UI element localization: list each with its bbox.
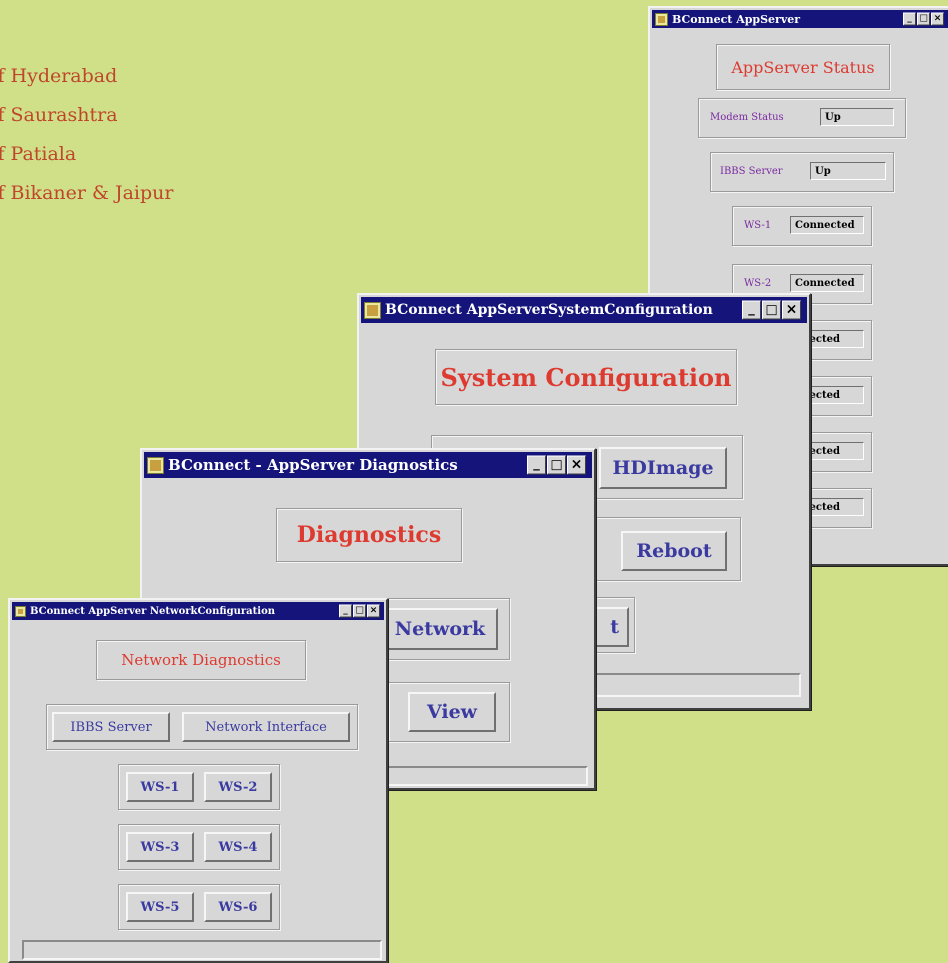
app-icon bbox=[15, 605, 26, 617]
network-button[interactable]: Network bbox=[382, 608, 498, 650]
window-titlebar[interactable]: BConnect AppServerSystemConfiguration _ … bbox=[361, 297, 807, 323]
window-titlebar[interactable]: BConnect - AppServer Diagnostics _ □ × bbox=[144, 452, 592, 478]
ws-label: WS-1 bbox=[744, 220, 772, 231]
appserver-heading: AppServer Status bbox=[716, 44, 890, 90]
window-title: BConnect AppServer NetworkConfiguration bbox=[30, 605, 276, 617]
window-title: BConnect AppServerSystemConfiguration bbox=[385, 302, 713, 318]
maximize-icon[interactable]: □ bbox=[353, 604, 366, 618]
network-configuration-window: BConnect AppServer NetworkConfiguration … bbox=[8, 598, 388, 963]
close-icon[interactable]: × bbox=[367, 604, 380, 618]
window-title: BConnect AppServer bbox=[672, 12, 801, 26]
bank-item: of Bikaner & Jaipur bbox=[0, 182, 174, 204]
window-title: BConnect - AppServer Diagnostics bbox=[168, 456, 458, 474]
system-configuration-heading: System Configuration bbox=[435, 349, 737, 405]
ws-3-button[interactable]: WS-3 bbox=[126, 832, 194, 862]
ws-1-button[interactable]: WS-1 bbox=[126, 772, 194, 802]
maximize-icon[interactable]: □ bbox=[917, 12, 930, 26]
app-icon bbox=[364, 301, 381, 319]
bank-item: of Hyderabad bbox=[0, 65, 118, 87]
status-bar bbox=[22, 940, 382, 960]
close-icon[interactable]: × bbox=[567, 455, 586, 475]
close-icon[interactable]: × bbox=[782, 300, 801, 320]
maximize-icon[interactable]: □ bbox=[762, 300, 781, 320]
ws-label: WS-2 bbox=[744, 278, 772, 289]
ws-5-button[interactable]: WS-5 bbox=[126, 892, 194, 922]
ws-2-button[interactable]: WS-2 bbox=[204, 772, 272, 802]
minimize-icon[interactable]: _ bbox=[903, 12, 916, 26]
ws-status-value: Connected bbox=[790, 216, 864, 234]
ibbs-server-button[interactable]: IBBS Server bbox=[52, 712, 170, 742]
window-titlebar[interactable]: BConnect AppServer NetworkConfiguration … bbox=[12, 602, 384, 620]
modem-status-value: Up bbox=[820, 108, 894, 126]
ws-6-button[interactable]: WS-6 bbox=[204, 892, 272, 922]
bank-item: of Saurashtra bbox=[0, 104, 118, 126]
modem-status-label: Modem Status bbox=[710, 112, 784, 123]
minimize-icon[interactable]: _ bbox=[339, 604, 352, 618]
bank-item: of Patiala bbox=[0, 143, 77, 165]
ws-4-button[interactable]: WS-4 bbox=[204, 832, 272, 862]
view-button[interactable]: View bbox=[408, 692, 496, 732]
hdimage-button[interactable]: HDImage bbox=[599, 447, 727, 489]
app-icon bbox=[655, 12, 668, 26]
reboot-button[interactable]: Reboot bbox=[621, 531, 727, 571]
maximize-icon[interactable]: □ bbox=[547, 455, 566, 475]
ibbs-server-label: IBBS Server bbox=[720, 166, 783, 177]
ibbs-server-value: Up bbox=[810, 162, 886, 180]
bank-list: k of Hyderabad of Saurashtra of Patiala … bbox=[0, 18, 173, 213]
minimize-icon[interactable]: _ bbox=[527, 455, 546, 475]
network-interface-button[interactable]: Network Interface bbox=[182, 712, 350, 742]
bank-item: k bbox=[0, 18, 173, 57]
status-bar bbox=[382, 766, 588, 786]
minimize-icon[interactable]: _ bbox=[742, 300, 761, 320]
app-icon bbox=[147, 456, 164, 474]
window-titlebar[interactable]: BConnect AppServer _ □ × bbox=[652, 10, 948, 28]
close-icon[interactable]: × bbox=[931, 12, 944, 26]
diagnostics-heading: Diagnostics bbox=[276, 508, 462, 562]
network-diagnostics-heading: Network Diagnostics bbox=[96, 640, 306, 680]
ws-status-value: Connected bbox=[790, 274, 864, 292]
